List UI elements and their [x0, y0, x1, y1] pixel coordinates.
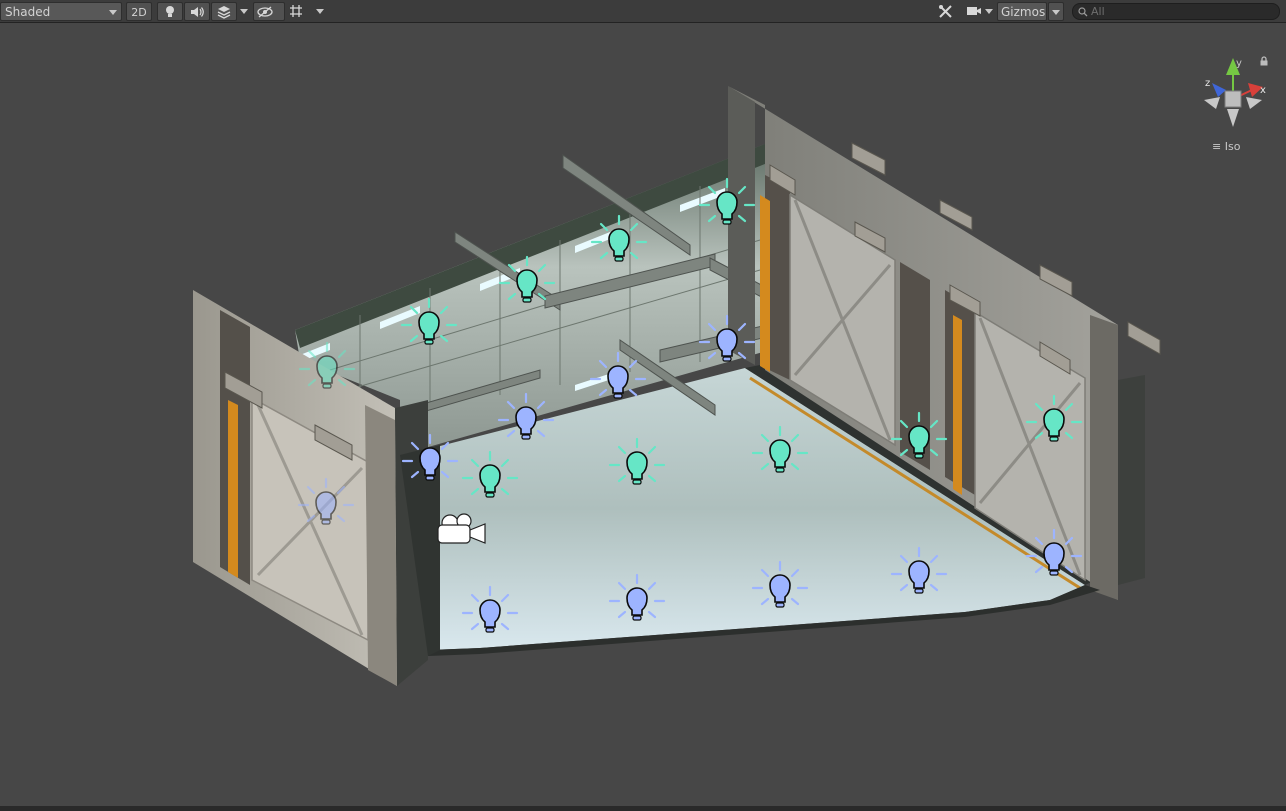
- camera-gizmo[interactable]: [437, 513, 486, 544]
- point-light-icon-7[interactable]: [608, 437, 666, 486]
- spot-light-icon-3[interactable]: [497, 392, 555, 441]
- gizmos-toggle-button[interactable]: Gizmos: [997, 2, 1047, 21]
- 2d-label: 2D: [131, 6, 147, 19]
- gizmo-layer: [297, 177, 1083, 634]
- camera-icon: [967, 7, 981, 15]
- tools-button[interactable]: [938, 2, 958, 21]
- spot-light-icon-1[interactable]: [698, 314, 756, 363]
- spot-light-icon-6[interactable]: [461, 585, 519, 634]
- chevron-down-icon: [1052, 10, 1060, 15]
- projection-label: Iso: [1224, 140, 1241, 153]
- camera-settings-button[interactable]: [964, 2, 996, 21]
- grid-dropdown[interactable]: [311, 2, 327, 21]
- point-light-icon-6[interactable]: [461, 450, 519, 499]
- spot-light-icon-4[interactable]: [401, 433, 459, 482]
- audio-toggle-button[interactable]: [184, 2, 210, 21]
- point-light-icon-8[interactable]: [751, 425, 809, 474]
- effects-icon: [217, 6, 231, 19]
- gizmos-label: Gizmos: [1001, 5, 1046, 19]
- point-light-icon-1[interactable]: [298, 341, 356, 390]
- point-light-icon-9[interactable]: [890, 411, 948, 460]
- spot-light-icon-10[interactable]: [1025, 528, 1083, 577]
- 2d-toggle-button[interactable]: 2D: [126, 2, 152, 21]
- spot-light-icon-7[interactable]: [608, 573, 666, 622]
- scene-viewport[interactable]: y x z ≡ Iso: [0, 23, 1286, 806]
- audio-icon: [191, 7, 204, 17]
- axis-z-label: z: [1205, 78, 1210, 89]
- lightbulb-icon: [166, 6, 174, 17]
- spot-light-icon-9[interactable]: [890, 546, 948, 595]
- point-light-icon-2[interactable]: [400, 297, 458, 346]
- search-icon: [1078, 7, 1088, 17]
- point-light-icon-5[interactable]: [698, 177, 756, 226]
- tools-icon: [939, 5, 952, 18]
- visibility-icon: [257, 6, 273, 18]
- chevron-down-icon: [316, 9, 324, 14]
- lock-icon[interactable]: [1259, 56, 1269, 66]
- effects-toggle-button[interactable]: [211, 2, 237, 21]
- gizmos-dropdown[interactable]: [1048, 2, 1064, 21]
- chevron-down-icon: [985, 9, 993, 14]
- shading-mode-label: Shaded: [5, 5, 51, 19]
- chevron-down-icon: [240, 9, 248, 14]
- lighting-toggle-button[interactable]: [157, 2, 183, 21]
- point-light-icon-3[interactable]: [498, 255, 556, 304]
- hidden-objects-toggle-button[interactable]: 0: [253, 2, 285, 38]
- spot-light-icon-5[interactable]: [297, 477, 355, 526]
- grid-icon: [290, 5, 302, 17]
- axis-x-label: x: [1260, 85, 1266, 96]
- shading-mode-dropdown[interactable]: Shaded: [0, 2, 122, 21]
- grid-toggle-button[interactable]: [289, 2, 309, 21]
- point-light-icon-4[interactable]: [590, 214, 648, 263]
- projection-toggle[interactable]: ≡ Iso: [1212, 140, 1240, 153]
- spot-light-icon-8[interactable]: [751, 560, 809, 609]
- scene-toolbar: Shaded 2D 0: [0, 0, 1286, 38]
- chevron-down-icon: [109, 10, 117, 15]
- axis-y-label: y: [1236, 58, 1242, 69]
- point-light-icon-10[interactable]: [1025, 394, 1083, 443]
- search-input[interactable]: All: [1072, 3, 1280, 20]
- spot-light-gizmos: [297, 314, 1083, 634]
- viewport-bottom-edge: [0, 806, 1286, 811]
- effects-dropdown[interactable]: [237, 2, 251, 21]
- spot-light-icon-2[interactable]: [589, 351, 647, 400]
- menu-icon: ≡: [1212, 140, 1222, 153]
- search-placeholder: All: [1091, 5, 1105, 18]
